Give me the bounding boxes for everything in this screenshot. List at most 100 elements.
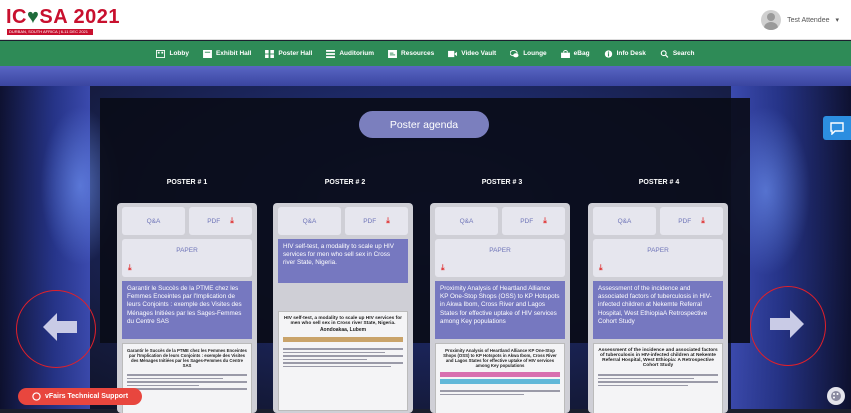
logo-ribbon-icon: ♥: [27, 6, 39, 28]
pdf-button[interactable]: PDF ⤓: [502, 207, 565, 235]
poster-thumbnail[interactable]: Garantir le Succès de la PTME chez les F…: [122, 343, 252, 413]
poster-card-3: Q&A PDF ⤓ PAPER ⤓ Proximity Analysis of H…: [430, 203, 570, 413]
qa-button[interactable]: Q&A: [122, 207, 185, 235]
thumbnail-title: Proximity Analysis of Heartland Alliance…: [436, 344, 564, 370]
poster-label-4: POSTER # 4: [589, 179, 729, 186]
pdf-button[interactable]: PDF⤓: [345, 207, 408, 235]
pdf-button[interactable]: PDF⤓: [660, 207, 723, 235]
nav-item-search[interactable]: Search: [660, 50, 695, 58]
support-label: vFairs Technical Support: [45, 393, 128, 400]
poster-description[interactable]: Garantir le Succès de la PTME chez les F…: [122, 281, 252, 339]
qa-button[interactable]: Q&A: [593, 207, 656, 235]
nav-item-lounge[interactable]: Lounge: [510, 50, 546, 58]
thumbnail-body: [123, 370, 251, 394]
palette-glyph: [830, 390, 842, 402]
poster-description[interactable]: HIV self-test, a modality to scale up HI…: [278, 239, 408, 283]
nav-label: Lobby: [169, 50, 189, 57]
paper-label: PAPER: [435, 247, 565, 254]
poster-description[interactable]: Assessment of the incidence and associat…: [593, 281, 723, 339]
card-actions: Q&A PDF ⤓: [435, 207, 565, 235]
logo-text: IC: [6, 6, 27, 28]
technical-support-button[interactable]: vFairs Technical Support: [18, 388, 142, 405]
arrow-right-icon[interactable]: [770, 310, 804, 338]
nav-item-lobby[interactable]: Lobby: [156, 50, 189, 58]
nav-item-exhibit-hall[interactable]: Exhibit Hall: [203, 50, 251, 58]
resources-icon: [388, 50, 397, 58]
ceiling: [0, 66, 851, 86]
nav-item-resources[interactable]: Resources: [388, 50, 434, 58]
qa-label: Q&A: [460, 218, 474, 225]
thumbnail-body: [594, 370, 722, 390]
download-icon: ⤓: [230, 216, 234, 226]
main-nav: Lobby Exhibit Hall Poster Hall Auditoriu…: [0, 41, 851, 66]
thumbnail-title: HIV self-test, a modality to scale up HI…: [279, 312, 407, 328]
thumbnail-body: [279, 344, 407, 371]
poster-card-2: Q&A PDF⤓ HIV self-test, a modality to sc…: [273, 203, 413, 413]
nav-label: Video Vault: [461, 50, 496, 57]
card-actions: Q&A PDF⤓: [278, 207, 408, 235]
poster-agenda-button[interactable]: Poster agenda: [359, 111, 489, 138]
logo-year: 2021: [73, 6, 120, 28]
poster-label-3: POSTER # 3: [432, 179, 572, 186]
poster-description[interactable]: Proximity Analysis of Heartland Alliance…: [435, 281, 565, 339]
poster-icon: [265, 50, 274, 58]
poster-label-1: POSTER # 1: [117, 179, 257, 186]
thumbnail-band: [440, 372, 560, 377]
chevron-down-icon: ▾: [835, 16, 839, 24]
download-icon: ⤓: [441, 263, 445, 273]
user-menu[interactable]: Test Attendee ▾: [761, 8, 839, 32]
qa-button[interactable]: Q&A: [435, 207, 498, 235]
nav-label: Search: [673, 50, 695, 57]
auditorium-icon: [326, 50, 335, 58]
thumbnail-band: [440, 379, 560, 384]
top-bar: IC♥SA 2021 DURBAN, SOUTH AFRICA | 6-11 D…: [0, 0, 851, 40]
logo-text-mid: SA: [39, 6, 67, 28]
poster-card-1: Q&A PDF⤓ PAPER ⤓ Garantir le Succès de l…: [117, 203, 257, 413]
search-icon: [660, 50, 669, 58]
nav-item-video-vault[interactable]: Video Vault: [448, 50, 496, 58]
paper-button[interactable]: PAPER ⤓: [122, 239, 252, 277]
nav-item-poster-hall[interactable]: Poster Hall: [265, 50, 312, 58]
card-actions: Q&A PDF⤓: [593, 207, 723, 235]
logo[interactable]: IC♥SA 2021: [6, 6, 120, 29]
chat-button[interactable]: [823, 116, 851, 140]
palette-icon[interactable]: [827, 387, 845, 405]
paper-button[interactable]: PAPER ⤓: [435, 239, 565, 277]
thumbnail-title: Assessment of the incidence and associat…: [594, 344, 722, 370]
thumbnail-author: Aondoakaa, Lubem: [279, 328, 407, 335]
video-icon: [448, 50, 457, 58]
thumbnail-band: [283, 337, 403, 342]
nav-label: Info Desk: [617, 50, 646, 57]
poster-card-4: Q&A PDF⤓ PAPER ⤓ Assessment of the incid…: [588, 203, 728, 413]
info-icon: [604, 50, 613, 58]
nav-item-ebag[interactable]: eBag: [561, 50, 590, 58]
arrow-left-icon[interactable]: [43, 313, 77, 341]
bag-icon: [561, 50, 570, 58]
poster-thumbnail[interactable]: Proximity Analysis of Heartland Alliance…: [435, 343, 565, 413]
avatar: [761, 10, 781, 30]
pdf-label: PDF: [678, 218, 691, 225]
paper-button[interactable]: PAPER ⤓: [593, 239, 723, 277]
support-chat-icon: [32, 392, 41, 401]
pdf-label: PDF: [363, 218, 376, 225]
pdf-label: PDF: [520, 218, 533, 225]
thumbnail-body: [436, 386, 564, 399]
qa-label: Q&A: [618, 218, 632, 225]
nav-label: Auditorium: [339, 50, 374, 57]
nav-item-info-desk[interactable]: Info Desk: [604, 50, 646, 58]
paper-label: PAPER: [122, 247, 252, 254]
poster-thumbnail[interactable]: HIV self-test, a modality to scale up HI…: [278, 311, 408, 411]
qa-label: Q&A: [303, 218, 317, 225]
qa-button[interactable]: Q&A: [278, 207, 341, 235]
nav-label: Resources: [401, 50, 434, 57]
nav-label: Lounge: [523, 50, 546, 57]
nav-label: Exhibit Hall: [216, 50, 251, 57]
download-icon: ⤓: [543, 216, 547, 226]
pdf-button[interactable]: PDF⤓: [189, 207, 252, 235]
poster-thumbnail[interactable]: Assessment of the incidence and associat…: [593, 343, 723, 413]
chat-icon: [830, 122, 844, 135]
logo-subtitle: DURBAN, SOUTH AFRICA | 6-11 DEC 2021: [7, 29, 93, 35]
nav-item-auditorium[interactable]: Auditorium: [326, 50, 374, 58]
nav-label: Poster Hall: [278, 50, 312, 57]
download-icon: ⤓: [128, 263, 132, 273]
